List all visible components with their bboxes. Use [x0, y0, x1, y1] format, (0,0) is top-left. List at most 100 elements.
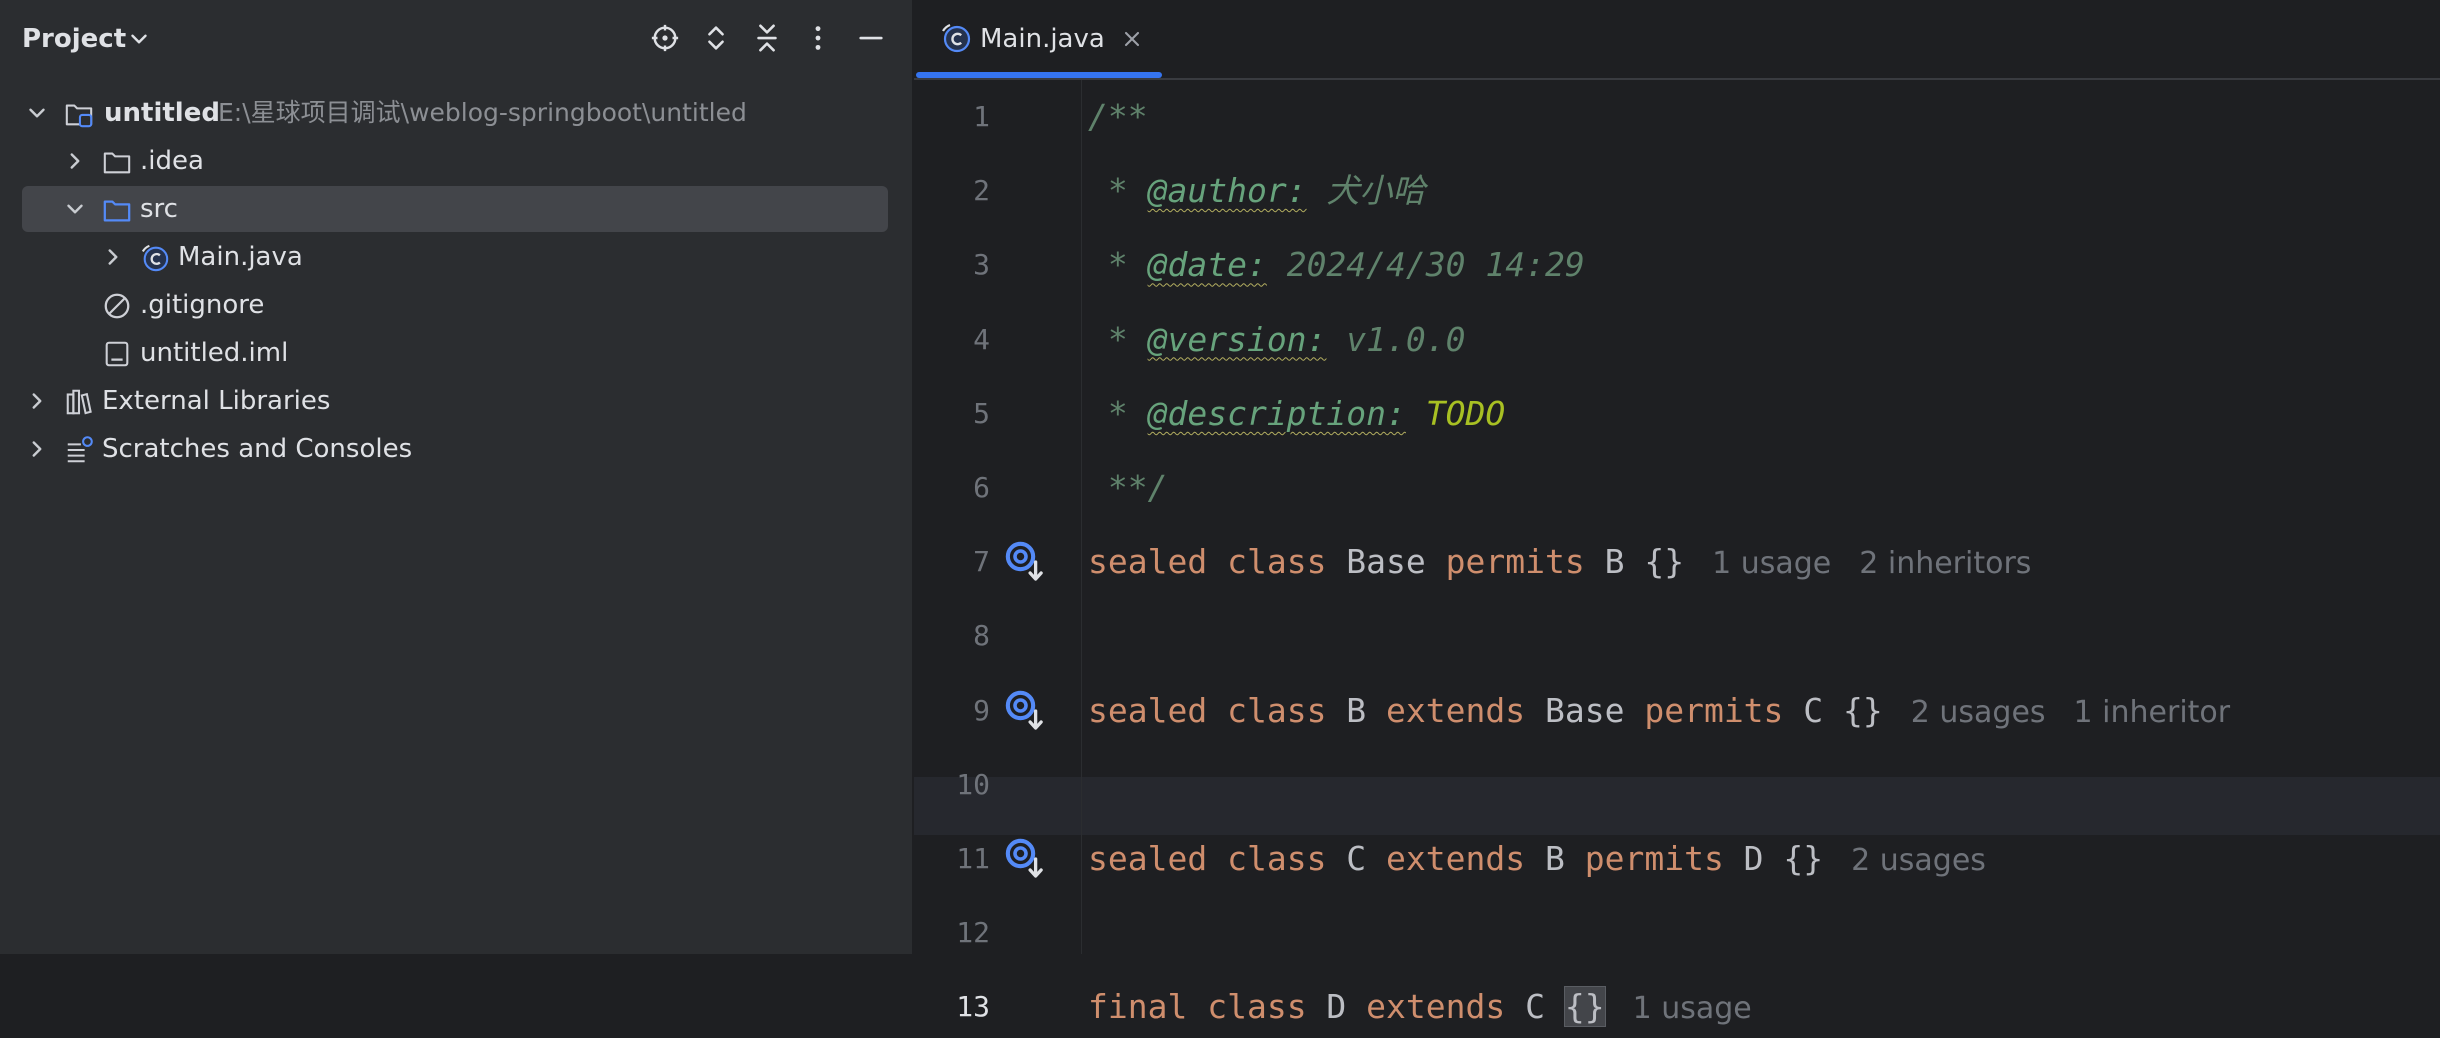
- code-token: /**: [1088, 97, 1148, 136]
- code-vision-hint[interactable]: 2 usages: [1851, 843, 1986, 878]
- tree-item-label: .gitignore: [140, 290, 265, 320]
- code-token: permits: [1584, 839, 1724, 878]
- tab-label: Main.java: [980, 24, 1105, 54]
- code-line[interactable]: **/: [1088, 459, 1168, 517]
- active-tab-indicator: [916, 72, 1162, 78]
- code-token: *: [1088, 319, 1148, 359]
- code-vision-hint[interactable]: 2 usages: [1911, 695, 2046, 730]
- tree-item-label: Main.java: [178, 242, 303, 272]
- libraries-icon: [66, 389, 92, 415]
- editor-panel: Main.java 1 /** 2 * @author: 犬小哈 3 * @date:…: [914, 0, 2440, 1028]
- java-class-icon: [141, 244, 169, 272]
- source-folder-icon: [103, 200, 131, 222]
- tree-item-label: src: [140, 194, 178, 224]
- code-token: C: [1505, 987, 1565, 1027]
- code-token: class: [1227, 690, 1327, 730]
- tree-item-label: .idea: [140, 146, 204, 176]
- tree-item-label: External Libraries: [102, 386, 331, 416]
- code-line[interactable]: * @description: TODO: [1088, 385, 1505, 443]
- tree-item-idea[interactable]: .idea: [22, 138, 888, 184]
- chevron-right-icon[interactable]: [24, 388, 50, 414]
- collapse-all-icon[interactable]: [749, 20, 785, 56]
- chevron-down-icon[interactable]: [62, 196, 88, 222]
- java-class-icon: [942, 23, 971, 53]
- code-vision-hint[interactable]: 1 usage: [1633, 991, 1752, 1026]
- tree-item-label: untitled.iml: [140, 338, 289, 368]
- code-token: final: [1088, 987, 1188, 1027]
- code-token: B: [1326, 690, 1387, 730]
- code-token: extends: [1386, 690, 1526, 730]
- code-line[interactable]: * @author: 犬小哈: [1088, 162, 1426, 220]
- code-line[interactable]: sealed class B extends Base permits C {}…: [1088, 682, 2230, 740]
- code-line[interactable]: * @version: v1.0.0: [1088, 311, 1466, 369]
- line-number: 2: [973, 174, 990, 208]
- chevron-right-icon[interactable]: [24, 436, 50, 462]
- tree-item-gitignore[interactable]: .gitignore: [22, 282, 888, 328]
- tree-item-scratches[interactable]: Scratches and Consoles: [22, 426, 888, 472]
- line-number: 7: [973, 545, 990, 579]
- code-line[interactable]: sealed class C extends B permits D {} 2 u…: [1088, 830, 1986, 888]
- locate-icon[interactable]: [647, 20, 683, 56]
- tree-item-untitled[interactable]: untitled E:\星球项目调试\weblog-springboot\unt…: [22, 90, 888, 136]
- line-number: 9: [973, 693, 990, 727]
- code-line[interactable]: * @date: 2024/4/30 14:29: [1088, 236, 1585, 294]
- line-number: 13: [956, 990, 990, 1024]
- code-token: **/: [1088, 468, 1168, 507]
- chevron-right-icon[interactable]: [62, 148, 88, 174]
- code-line[interactable]: sealed class Base permits B {} 1 usage 2 i…: [1088, 533, 2031, 591]
- code-token: D {}: [1723, 839, 1824, 878]
- folder-icon: [103, 152, 131, 174]
- line-number: 10: [956, 767, 990, 801]
- code-token: v1.0.0: [1326, 319, 1466, 359]
- line-number: 1: [973, 100, 990, 133]
- line-number: 12: [956, 916, 990, 950]
- tree-item-src[interactable]: src: [22, 186, 888, 232]
- code-line[interactable]: final class D extends C {} 1 usage: [1088, 978, 1752, 1036]
- line-number: 5: [973, 396, 990, 430]
- tree-item-untitled-iml[interactable]: untitled.iml: [22, 330, 888, 376]
- code-token: class: [1227, 839, 1327, 878]
- implemented-by-icon[interactable]: [1004, 689, 1048, 733]
- iml-file-icon: [105, 341, 129, 367]
- code-token: permits: [1644, 690, 1784, 730]
- more-options-icon[interactable]: [800, 20, 836, 56]
- tree-item-external-libraries[interactable]: External Libraries: [22, 378, 888, 424]
- code-token: Base: [1326, 542, 1446, 582]
- expand-all-icon[interactable]: [698, 20, 734, 56]
- chevron-down-icon[interactable]: [126, 26, 152, 52]
- line-number: 4: [973, 322, 990, 356]
- module-folder-icon: [65, 104, 93, 128]
- minimize-icon[interactable]: [853, 20, 889, 56]
- gutter-separator: [1081, 80, 1082, 954]
- code-vision-hint[interactable]: 2 inheritors: [1859, 546, 2031, 581]
- code-token: TODO: [1405, 393, 1506, 433]
- code-line[interactable]: /**: [1088, 88, 1148, 146]
- code-vision-hint[interactable]: 1 usage: [1712, 546, 1831, 581]
- code-token: *: [1088, 171, 1148, 211]
- tree-item-main-java[interactable]: Main.java: [22, 234, 888, 280]
- code-token: @description:: [1147, 393, 1406, 433]
- scratches-icon: [67, 436, 93, 463]
- tree-item-label: Scratches and Consoles: [102, 434, 413, 464]
- project-path: E:\星球项目调试\weblog-springboot\untitled: [218, 98, 747, 127]
- code-token: @version:: [1147, 319, 1327, 359]
- matched-brace: {}: [1563, 986, 1606, 1028]
- chevron-down-icon[interactable]: [24, 100, 50, 126]
- project-panel-title[interactable]: Project: [22, 20, 126, 58]
- code-token: *: [1088, 393, 1148, 433]
- implemented-by-icon[interactable]: [1004, 837, 1048, 881]
- line-number: 6: [973, 471, 990, 504]
- code-vision-hint[interactable]: 1 inheritor: [2074, 695, 2231, 730]
- current-line-highlight: [914, 777, 2440, 835]
- code-token: 2024/4/30 14:29: [1266, 245, 1585, 285]
- tab-main-java[interactable]: Main.java: [914, 0, 1164, 80]
- code-token: 犬小哈: [1306, 171, 1426, 211]
- chevron-right-icon[interactable]: [100, 244, 126, 270]
- tree-item-label: untitled: [104, 98, 220, 128]
- close-icon[interactable]: [1120, 27, 1144, 51]
- implemented-by-icon[interactable]: [1004, 540, 1048, 584]
